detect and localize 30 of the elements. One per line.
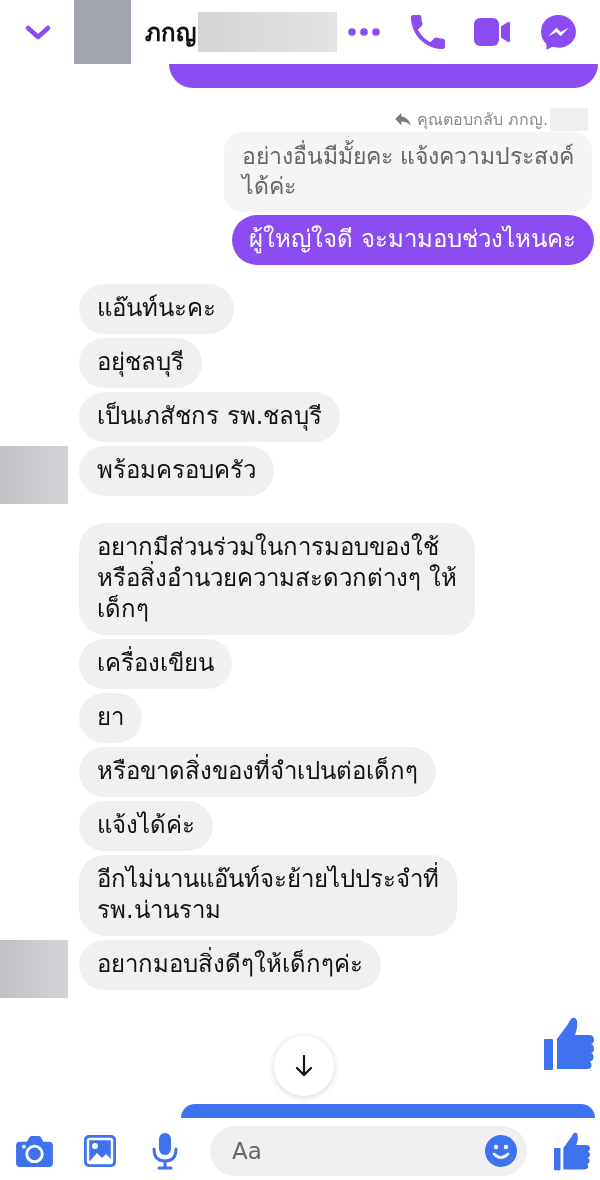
reply-icon: [394, 113, 411, 126]
down-arrow-icon: [295, 1055, 313, 1077]
emoji-icon[interactable]: [485, 1135, 517, 1167]
image-icon[interactable]: [84, 1135, 116, 1167]
messenger-icon[interactable]: [541, 14, 576, 50]
message-bubble: อยากมีส่วนร่วมในการมอบของใช้ หรือสิ่งอำนวยความสะดวกต่างๆ ให้ เด็กๆ: [79, 523, 475, 635]
chevron-down-icon[interactable]: [25, 24, 51, 40]
phone-icon[interactable]: [411, 15, 445, 49]
message-bubble: แจ้งได้ค่ะ: [79, 801, 213, 851]
thumbs-up-icon[interactable]: [554, 1131, 590, 1171]
message-bubble: เป็นเภสัชกร รพ.ชลบุรี: [79, 392, 341, 442]
message-bubble: อยากมอบสิ่งดีๆให้เด็กๆค่ะ: [79, 940, 381, 990]
video-camera-icon[interactable]: [474, 18, 510, 46]
quoted-message: อย่างอื่นมีมั้ยคะ แจ้งความประสงค์ ได้ค่ะ: [223, 132, 592, 212]
reply-note: คุณตอบกลับ ภกญ.: [416, 109, 548, 132]
message-bubble: เครื่องเขียน: [79, 639, 232, 689]
camera-icon[interactable]: [16, 1135, 53, 1167]
message-bubble: ผู้ใหญ่ใจดี จะมามอบช่วงไหนคะ: [232, 215, 594, 265]
message-bubble: พร้อมครอบครัว: [79, 446, 274, 496]
contact-name: ภกญ: [145, 17, 196, 49]
message-bubble: ยา: [79, 693, 142, 743]
more-icon[interactable]: [348, 28, 380, 36]
microphone-icon[interactable]: [152, 1132, 178, 1170]
message-bubble: อยุ่ชลบุรี: [79, 338, 202, 388]
message-bubble: แอ๊นท์นะคะ: [79, 284, 234, 334]
thumbs-up-icon: [544, 1017, 594, 1071]
scroll-down-button[interactable]: [274, 1036, 334, 1096]
message-bubble: อีกไม่นานแอ๊นท์จะย้ายไปประจำที่ รพ.น่านราม: [79, 855, 457, 936]
message-input[interactable]: Aa: [210, 1126, 527, 1176]
message-bubble: หรือขาดสิ่งของที่จำเปนต่อเด็กๆ: [79, 747, 436, 797]
